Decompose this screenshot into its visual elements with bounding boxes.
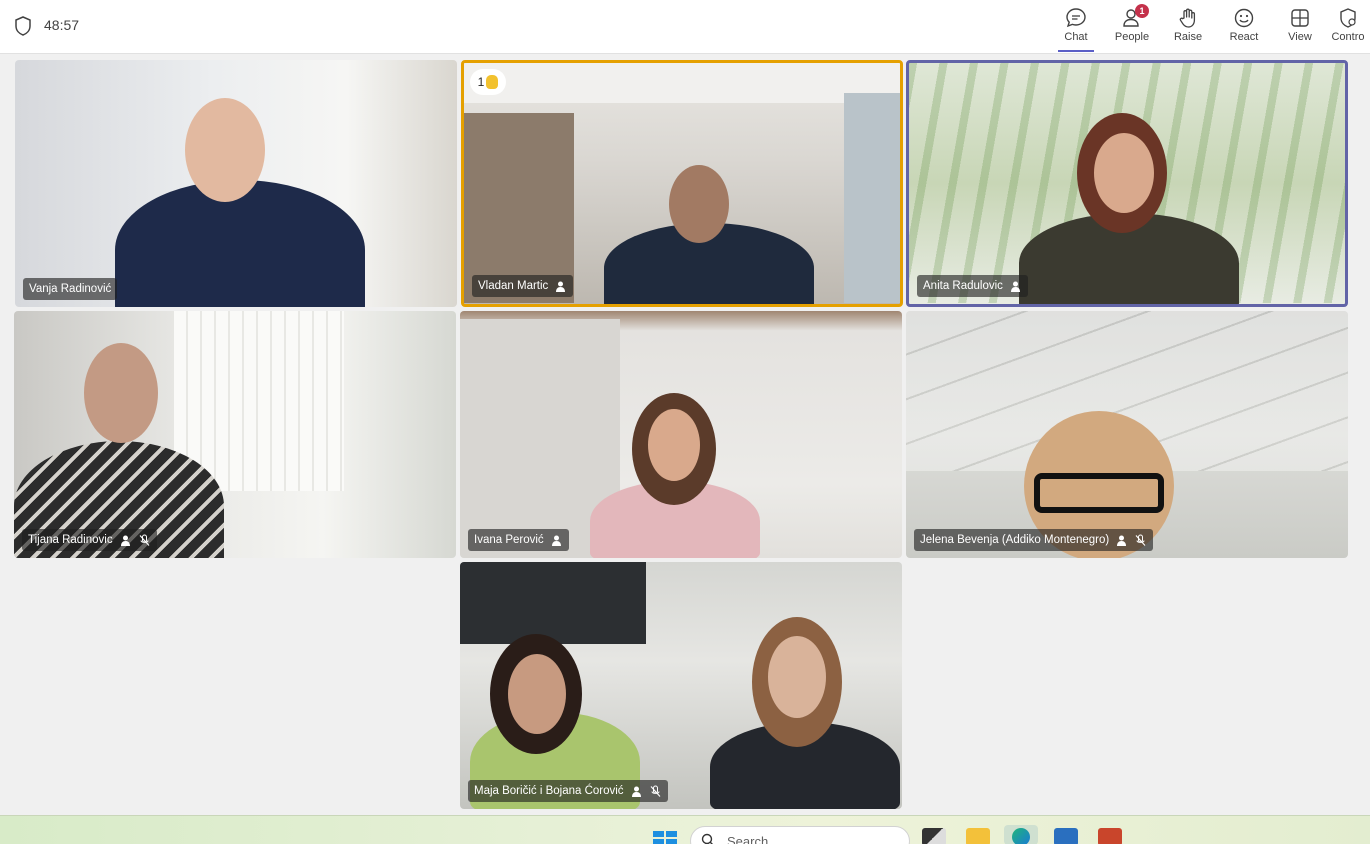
- participant-name: Vladan Martic: [478, 280, 549, 292]
- video-tile-maja-bojana[interactable]: Maja Boričić i Bojana Ćorović: [460, 562, 902, 809]
- video-tile-anita[interactable]: Anita Radulovic: [906, 60, 1348, 307]
- react-label: React: [1229, 31, 1259, 43]
- participant-name-tag: Tijana Radinovic: [22, 529, 157, 551]
- shield-icon: [15, 16, 31, 36]
- view-button[interactable]: View: [1272, 0, 1328, 54]
- mic-off-icon: [1135, 534, 1146, 546]
- video-tile-tijana[interactable]: Tijana Radinovic: [14, 311, 456, 558]
- video-tile-vanja[interactable]: Vanja Radinović: [15, 60, 457, 307]
- raised-hand-count: 1: [477, 75, 485, 89]
- chat-icon: [1066, 8, 1086, 28]
- people-label: People: [1114, 31, 1150, 43]
- controls-button[interactable]: Contro: [1326, 0, 1370, 54]
- active-tab-indicator: [1058, 50, 1094, 52]
- participant-name: Maja Boričić i Bojana Ćorović: [474, 785, 624, 797]
- powerpoint-icon[interactable]: [1098, 828, 1122, 844]
- chat-button[interactable]: Chat: [1048, 0, 1104, 54]
- participant-name-tag: Vladan Martic: [472, 275, 574, 297]
- windows-start-icon[interactable]: [653, 831, 677, 844]
- search-placeholder: Search: [727, 834, 769, 844]
- meeting-header: 48:57 Chat 1 People Raise React View Con…: [0, 0, 1370, 54]
- view-label: View: [1288, 31, 1312, 43]
- participant-name: Ivana Perović: [474, 534, 544, 546]
- people-count-badge: 1: [1135, 4, 1149, 18]
- raise-label: Raise: [1173, 31, 1203, 43]
- participant-name: Jelena Bevenja (Addiko Montenegro): [920, 534, 1110, 546]
- edge-browser-active[interactable]: [1004, 825, 1038, 844]
- participant-name-tag: Ivana Perović: [468, 529, 569, 551]
- video-tile-vladan[interactable]: 1 Vladan Martic: [461, 60, 903, 307]
- participant-name: Tijana Radinovic: [28, 534, 113, 546]
- mic-off-icon: [139, 534, 150, 546]
- search-icon: [701, 833, 713, 844]
- hand-emoji-icon: [486, 75, 499, 89]
- task-view-icon[interactable]: [922, 828, 946, 844]
- raise-hand-button[interactable]: Raise: [1160, 0, 1216, 54]
- presenter-role-icon: [551, 535, 561, 546]
- meeting-timer: 48:57: [44, 17, 80, 33]
- video-tile-jelena[interactable]: Jelena Bevenja (Addiko Montenegro): [906, 311, 1348, 558]
- participant-name: Anita Radulovic: [923, 280, 1003, 292]
- store-icon[interactable]: [1054, 828, 1078, 844]
- presenter-role-icon: [556, 281, 566, 292]
- presenter-role-icon: [1117, 535, 1127, 546]
- participant-name: Vanja Radinović: [29, 283, 112, 295]
- grid-view-icon: [1291, 9, 1309, 27]
- chat-label: Chat: [1064, 31, 1088, 43]
- file-explorer-icon[interactable]: [966, 828, 990, 844]
- presenter-role-icon: [120, 535, 130, 546]
- edge-icon: [1012, 828, 1030, 844]
- participant-name-tag: Vanja Radinović: [23, 278, 118, 300]
- participant-name-tag: Maja Boričić i Bojana Ćorović: [468, 780, 668, 802]
- presenter-role-icon: [1010, 281, 1020, 292]
- presenter-role-icon: [631, 786, 641, 797]
- controls-label: Contro: [1331, 31, 1365, 43]
- mic-off-icon: [650, 785, 660, 797]
- participant-name-tag: Jelena Bevenja (Addiko Montenegro): [914, 529, 1154, 551]
- react-button[interactable]: React: [1216, 0, 1272, 54]
- participant-name-tag: Anita Radulovic: [917, 275, 1028, 297]
- hand-icon: [1179, 8, 1196, 28]
- shield-controls-icon: [1340, 8, 1356, 28]
- participant-video: [115, 180, 365, 307]
- video-tile-ivana[interactable]: Ivana Perović: [460, 311, 902, 558]
- taskbar-search[interactable]: Search: [690, 826, 910, 844]
- os-taskbar: Search: [0, 815, 1370, 844]
- smiley-icon: [1234, 8, 1254, 28]
- people-button[interactable]: 1 People: [1104, 0, 1160, 54]
- raised-hand-badge: 1: [470, 69, 506, 95]
